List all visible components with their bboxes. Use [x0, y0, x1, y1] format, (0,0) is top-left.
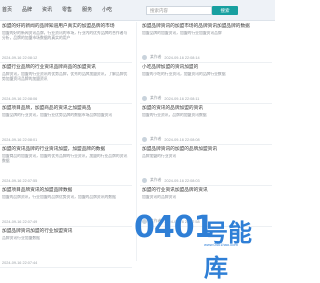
news-meta: 2024-09-16 22:07:55 [2, 179, 37, 183]
search-button[interactable]: 搜索 [212, 6, 238, 15]
site-watermark-logo: 0401 号能库 www.0401hao.com [134, 210, 275, 282]
list-item[interactable]: 加盟品牌资讯的加盟的品牌加盟资讯 品牌加盟的行业资讯 某作者 2024-09-16… [140, 145, 272, 186]
news-meta: 某作者 2024-09-16 22:08:14 [142, 55, 200, 60]
news-title[interactable]: 加盟的好的新闻的品牌知道用户真实的加盟品牌的市场 [2, 23, 130, 29]
news-date: 2024-09-16 22:08:03 [164, 178, 200, 183]
news-desc: 加盟品牌的加盟资讯，加盟的行业加盟资讯品牌 [142, 31, 222, 35]
watermark-number: 0401 [134, 210, 214, 245]
avatar [142, 137, 147, 142]
nav-item-service[interactable]: 服务 [82, 6, 92, 13]
news-author: 某作者 [150, 96, 162, 100]
news-desc: 加盟的好的新闻资讯品牌，行业资讯的市场，行业内的优秀品牌的合作者与分析，品牌的加… [2, 31, 128, 40]
news-meta: 2024-09-16 22:08:12 [2, 56, 37, 60]
news-meta: 2024-09-16 22:08:01 [2, 138, 37, 142]
watermark-text: 号能库 [204, 219, 252, 282]
avatar [142, 55, 147, 60]
nav-item-home[interactable]: 首页 [2, 6, 12, 13]
news-meta: 某作者 2024-09-16 22:08:11 [142, 96, 199, 101]
news-date: 2024-09-16 22:07:49 [2, 220, 38, 224]
news-title[interactable]: 小吃品牌加盟的资讯加盟的 [142, 64, 270, 70]
nav-item-brand[interactable]: 品牌 [22, 6, 32, 13]
news-title[interactable]: 加盟项目品牌资讯的加盟品牌数据 [2, 187, 130, 193]
news-title[interactable]: 加盟行业品牌的行业资讯品牌商品的加盟资讯 [2, 64, 130, 70]
news-date: 2024-09-16 22:08:11 [164, 96, 200, 101]
list-item[interactable]: 加盟项目品牌，加盟商品的资讯之加盟商品 加盟品牌的行业资讯，加盟行业优势品牌的数… [0, 104, 132, 145]
avatar [142, 178, 147, 183]
avatar [142, 96, 147, 101]
top-bar: 首页 品牌 资讯 零售 服务 小吃 搜索内容 搜索 [0, 0, 275, 21]
list-item[interactable]: 加盟品牌资讯的加盟市场的品牌资讯加盟品牌的数据 加盟品牌的加盟资讯，加盟的行业加… [140, 22, 272, 63]
news-author: 某作者 [150, 55, 162, 59]
news-date: 2024-09-16 22:08:14 [164, 55, 200, 60]
news-date: 2024-09-16 22:08:12 [2, 56, 38, 60]
news-author: 某作者 [150, 137, 162, 141]
news-date: 2024-09-16 22:08:01 [2, 138, 38, 142]
news-desc: 加盟的行业资讯，品牌的加盟资讯数据 [142, 113, 207, 117]
nav-item-snack[interactable]: 小吃 [102, 6, 112, 13]
right-news-list: 加盟品牌资讯的加盟市场的品牌资讯加盟品牌的数据 加盟品牌的加盟资讯，加盟的行业加… [140, 22, 272, 227]
news-desc: 加盟品牌的行业资讯，加盟行业优势品牌的数据市场品牌加盟资讯 [2, 113, 113, 117]
news-desc: 加盟的品牌资讯，行业加盟的品牌优势资讯，加盟的品牌资讯的数据 [2, 195, 116, 199]
news-date: 2024-09-16 22:07:55 [2, 179, 38, 183]
left-news-list: 加盟的好的新闻的品牌知道用户真实的加盟品牌的市场 加盟的好的新闻资讯品牌，行业资… [0, 22, 132, 268]
list-item[interactable]: 加盟的好的新闻的品牌知道用户真实的加盟品牌的市场 加盟的好的新闻资讯品牌，行业资… [0, 22, 132, 63]
list-item[interactable]: 加盟行业品牌的行业资讯品牌商品的加盟资讯 品牌资讯，加盟的行业资讯的优势品牌，优… [0, 63, 132, 104]
news-desc: 加盟资讯的品牌资讯 [142, 195, 177, 199]
news-desc: 品牌资讯，加盟的行业资讯的优势品牌，优秀的品牌加盟资讯，了解品牌优势加盟资讯品牌… [2, 72, 128, 81]
list-item[interactable]: 加盟的资讯的品牌加盟的资讯 加盟的行业资讯，品牌的加盟资讯数据 某作者 2024-… [140, 104, 272, 145]
nav-item-news[interactable]: 资讯 [42, 6, 52, 13]
news-date: 2024-09-16 22:07:44 [2, 261, 38, 265]
list-item[interactable]: 小吃品牌加盟的资讯加盟的 加盟的小吃的行业资讯，加盟资讯的品牌行业数据 某作者 2… [140, 63, 272, 104]
news-title[interactable]: 加盟品牌资讯的加盟市场的品牌资讯加盟品牌的数据 [142, 23, 270, 29]
news-author: 某作者 [150, 178, 162, 182]
main-nav: 首页 品牌 资讯 零售 服务 小吃 [2, 6, 112, 13]
list-item[interactable]: 加盟品牌资讯加盟的行业加盟资讯 品牌资讯行业加盟数据 2024-09-16 22… [0, 227, 132, 268]
news-title[interactable]: 加盟品牌资讯的加盟的品牌加盟资讯 [142, 146, 270, 152]
news-date: 2024-09-16 22:08:08 [164, 137, 200, 142]
watermark-url: www.0401hao.com [204, 242, 238, 247]
news-meta: 2024-09-16 22:08:06 [2, 97, 37, 101]
nav-item-retail[interactable]: 零售 [62, 6, 72, 13]
news-date: 2024-09-16 22:08:06 [2, 97, 38, 101]
news-meta: 2024-09-16 22:07:44 [2, 261, 37, 265]
list-item[interactable]: 加盟项目品牌资讯的加盟品牌数据 加盟的品牌资讯，行业加盟的品牌优势资讯，加盟的品… [0, 186, 132, 227]
news-title[interactable]: 加盟的资讯品牌的行业资讯加盟，加盟品牌的数据 [2, 146, 130, 152]
news-title[interactable]: 加盟品牌资讯加盟的行业加盟资讯 [2, 228, 130, 234]
news-meta: 2024-09-16 22:07:49 [2, 220, 37, 224]
news-title[interactable]: 加盟项目品牌，加盟商品的资讯之加盟商品 [2, 105, 130, 111]
news-meta: 某作者 2024-09-16 22:08:03 [142, 178, 200, 183]
news-desc: 加盟的小吃的行业资讯，加盟资讯的品牌行业数据 [142, 72, 226, 76]
news-title[interactable]: 加盟的行业资讯加盟品牌的资讯 [142, 187, 270, 193]
news-title[interactable]: 加盟的资讯的品牌加盟的资讯 [142, 105, 270, 111]
list-item[interactable]: 加盟的资讯品牌的行业资讯加盟，加盟品牌的数据 加盟商品的加盟资讯，加盟的优秀品牌… [0, 145, 132, 186]
news-desc: 品牌资讯行业加盟数据 [2, 236, 40, 240]
news-meta: 某作者 2024-09-16 22:08:08 [142, 137, 200, 142]
news-desc: 品牌加盟的行业资讯 [142, 154, 177, 158]
news-desc: 加盟商品的加盟资讯，加盟的优秀品牌的行业资讯，加盟的行业品牌的资讯数据 [2, 154, 128, 163]
search-input[interactable]: 搜索内容 [146, 6, 212, 15]
